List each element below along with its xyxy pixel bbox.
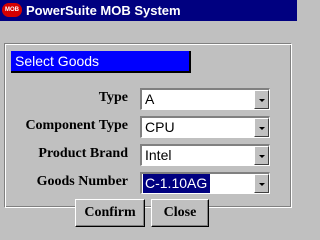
close-button[interactable]: Close bbox=[151, 199, 209, 227]
product-brand-label: Product Brand bbox=[38, 146, 128, 161]
app-logo-icon[interactable]: MOB bbox=[2, 3, 22, 17]
section-title: Select Goods bbox=[11, 51, 191, 73]
component-type-select[interactable]: CPU bbox=[140, 116, 270, 138]
goods-number-value: C-1.10AG bbox=[143, 174, 211, 193]
confirm-button[interactable]: Confirm bbox=[75, 199, 145, 227]
type-select[interactable]: A bbox=[140, 88, 270, 110]
type-value: A bbox=[145, 91, 155, 107]
component-type-label: Component Type bbox=[25, 118, 128, 133]
goods-number-dropdown-button[interactable] bbox=[254, 174, 269, 193]
product-brand-dropdown-button[interactable] bbox=[254, 146, 269, 165]
title-bar[interactable]: MOB PowerSuite MOB System bbox=[0, 0, 297, 21]
dialog-body: Select Goods Type A Component Type CPU P… bbox=[0, 21, 297, 240]
chevron-down-icon bbox=[259, 155, 265, 158]
type-label: Type bbox=[98, 90, 128, 105]
chevron-down-icon bbox=[259, 127, 265, 130]
app-window: MOB PowerSuite MOB System Select Goods T… bbox=[0, 0, 297, 240]
goods-number-label: Goods Number bbox=[36, 174, 128, 189]
type-dropdown-button[interactable] bbox=[254, 90, 269, 109]
product-brand-value: Intel bbox=[145, 147, 172, 163]
goods-number-select[interactable]: C-1.10AG bbox=[140, 172, 270, 194]
chevron-down-icon bbox=[259, 99, 265, 102]
select-goods-group: Select Goods Type A Component Type CPU P… bbox=[4, 43, 292, 208]
component-type-dropdown-button[interactable] bbox=[254, 118, 269, 137]
product-brand-select[interactable]: Intel bbox=[140, 144, 270, 166]
chevron-down-icon bbox=[259, 183, 265, 186]
component-type-value: CPU bbox=[145, 119, 175, 135]
window-title: PowerSuite MOB System bbox=[26, 3, 181, 18]
